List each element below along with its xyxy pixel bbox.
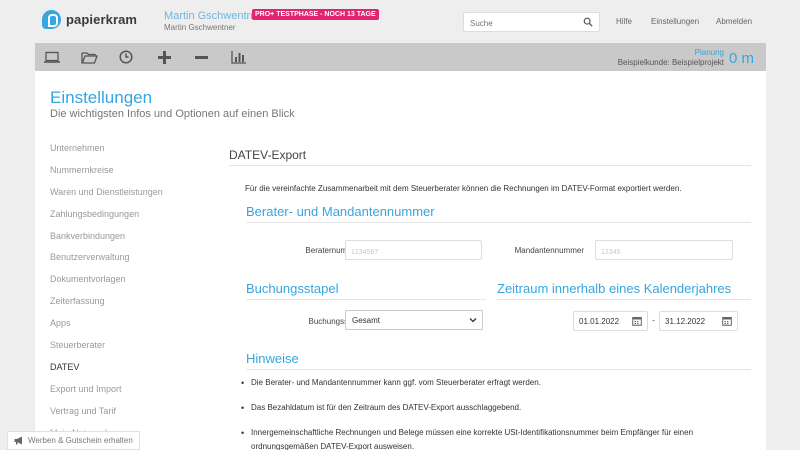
- date-from-value: 01.01.2022: [579, 317, 620, 326]
- section-title: DATEV-Export: [229, 148, 307, 162]
- mandantennummer-label: Mandantennummer: [514, 246, 584, 255]
- date-from-field[interactable]: 01.01.2022: [573, 311, 648, 331]
- planning-link[interactable]: Planung: [695, 48, 724, 57]
- main-panel: Einstellungen Die wichtigsten Infos und …: [35, 71, 766, 450]
- section-divider: [229, 165, 751, 166]
- sidebar-item-apps[interactable]: Apps: [50, 316, 200, 338]
- sidebar-item-benutzerverwaltung[interactable]: Benutzerverwaltung: [50, 250, 200, 272]
- settings-sidebar: Unternehmen Nummernkreise Waren und Dien…: [50, 141, 200, 447]
- folder-open-icon[interactable]: [80, 48, 98, 66]
- sidebar-item-bankverbindungen[interactable]: Bankverbindungen: [50, 229, 200, 251]
- hint-item: Die Berater- und Mandantennummer kann gg…: [241, 376, 731, 390]
- sidebar-item-vertrag-tarif[interactable]: Vertrag und Tarif: [50, 404, 200, 426]
- sidebar-item-zahlungsbedingungen[interactable]: Zahlungsbedingungen: [50, 207, 200, 229]
- trial-badge[interactable]: PRO+ TESTPHASE - NOCH 13 TAGE: [252, 9, 379, 20]
- logo[interactable]: papierkram: [42, 10, 137, 29]
- search-icon[interactable]: [583, 17, 593, 27]
- buchungsstapel-heading: Buchungsstapel: [246, 281, 339, 296]
- clock-icon[interactable]: [117, 48, 135, 66]
- page-subtitle: Die wichtigsten Infos und Optionen auf e…: [50, 108, 295, 120]
- calendar-icon[interactable]: [722, 316, 732, 326]
- referral-button[interactable]: Werben & Gutschein erhalten: [7, 431, 140, 450]
- logout-link[interactable]: Abmelden: [716, 17, 752, 26]
- mandantennummer-input[interactable]: [596, 243, 732, 262]
- beraternummer-label: Beraternummer: [305, 246, 361, 255]
- berater-heading: Berater- und Mandantennummer: [246, 204, 435, 219]
- hinweise-divider: [246, 369, 751, 370]
- bar-chart-icon[interactable]: [230, 48, 248, 66]
- user-name[interactable]: Martin Gschwentner: [164, 10, 262, 22]
- date-to-value: 31.12.2022: [665, 317, 706, 326]
- sidebar-item-zeiterfassung[interactable]: Zeiterfassung: [50, 294, 200, 316]
- berater-divider: [246, 222, 751, 223]
- beraternummer-input[interactable]: [346, 243, 481, 262]
- referral-label: Werben & Gutschein erhalten: [28, 436, 133, 445]
- sidebar-item-datev[interactable]: DATEV: [50, 360, 200, 382]
- chevron-down-icon: [469, 318, 477, 323]
- buchungsseite-value: Gesamt: [352, 316, 381, 325]
- calendar-icon[interactable]: [632, 316, 642, 326]
- toolbar: Planung Beispielkunde: Beispielprojekt 0…: [35, 43, 766, 71]
- beraternummer-field[interactable]: [345, 240, 482, 262]
- sidebar-item-steuerberater[interactable]: Steuerberater: [50, 338, 200, 360]
- top-bar: papierkram Martin Gschwentner PRO+ TESTP…: [0, 0, 800, 43]
- buchungsstapel-divider: [246, 299, 486, 300]
- minus-icon[interactable]: [192, 48, 210, 66]
- intro-text: Für die vereinfachte Zusammenarbeit mit …: [245, 184, 682, 193]
- hint-item: Das Bezahldatum ist für den Zeitraum des…: [241, 401, 731, 415]
- laptop-icon[interactable]: [43, 48, 61, 66]
- logo-text: papierkram: [66, 12, 138, 27]
- search-input[interactable]: [464, 14, 574, 33]
- date-to-field[interactable]: 31.12.2022: [659, 311, 738, 331]
- sidebar-item-export-import[interactable]: Export und Import: [50, 382, 200, 404]
- user-subtitle: Martin Gschwentner: [164, 23, 236, 32]
- plus-icon[interactable]: [155, 48, 173, 66]
- hinweise-heading: Hinweise: [246, 351, 299, 366]
- hint-item: Innergemeinschaftliche Rechnungen und Be…: [241, 426, 731, 450]
- sidebar-item-nummernkreise[interactable]: Nummernkreise: [50, 163, 200, 185]
- mandantennummer-field[interactable]: [595, 240, 733, 262]
- timer-value[interactable]: 0 m: [729, 50, 754, 67]
- buchungsseite-select[interactable]: Gesamt: [345, 310, 483, 330]
- search-box[interactable]: [463, 12, 600, 33]
- zeitraum-divider: [497, 299, 751, 300]
- active-project[interactable]: Beispielkunde: Beispielprojekt: [618, 58, 724, 67]
- page-title: Einstellungen: [50, 88, 153, 107]
- settings-link[interactable]: Einstellungen: [651, 17, 699, 26]
- sidebar-item-unternehmen[interactable]: Unternehmen: [50, 141, 200, 163]
- megaphone-icon: [14, 436, 22, 445]
- date-separator: -: [652, 315, 655, 325]
- zeitraum-heading: Zeitraum innerhalb eines Kalenderjahres: [497, 281, 732, 296]
- buchungsseite-label: Buchungsseite: [308, 317, 361, 326]
- sidebar-item-waren[interactable]: Waren und Dienstleistungen: [50, 185, 200, 207]
- sidebar-item-dokumentvorlagen[interactable]: Dokumentvorlagen: [50, 272, 200, 294]
- logo-icon: [42, 10, 61, 29]
- help-link[interactable]: Hilfe: [616, 17, 632, 26]
